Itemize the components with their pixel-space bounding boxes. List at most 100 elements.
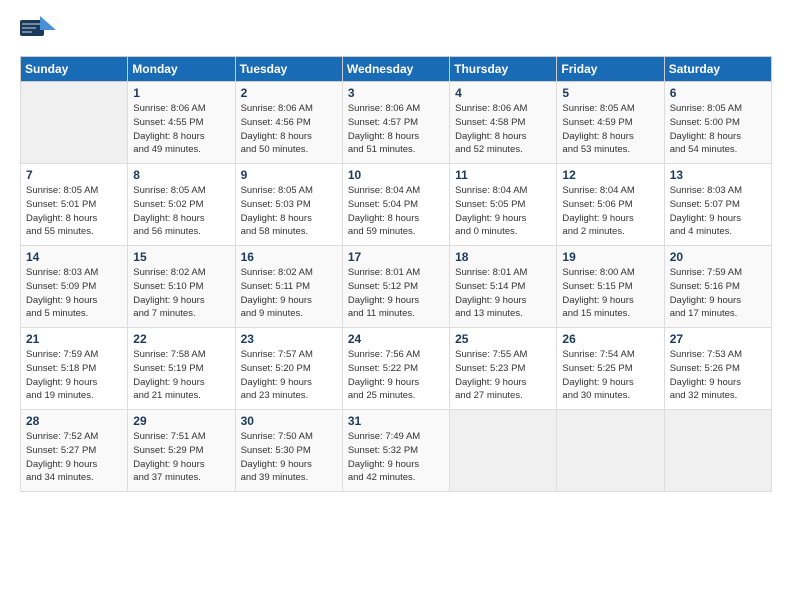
day-info: Sunrise: 8:05 AMSunset: 5:03 PMDaylight:… (241, 184, 337, 239)
day-info: Sunrise: 8:05 AMSunset: 5:02 PMDaylight:… (133, 184, 229, 239)
day-info: Sunrise: 8:05 AMSunset: 5:01 PMDaylight:… (26, 184, 122, 239)
calendar-cell: 7 Sunrise: 8:05 AMSunset: 5:01 PMDaylight… (21, 164, 128, 246)
calendar-cell: 23 Sunrise: 7:57 AMSunset: 5:20 PMDayligh… (235, 328, 342, 410)
day-number: 24 (348, 332, 444, 346)
day-info: Sunrise: 8:05 AMSunset: 5:00 PMDaylight:… (670, 102, 766, 157)
day-number: 23 (241, 332, 337, 346)
calendar-week-5: 28 Sunrise: 7:52 AMSunset: 5:27 PMDayligh… (21, 410, 772, 492)
day-number: 11 (455, 168, 551, 182)
calendar-cell: 30Sunrise: 7:50 AMSunset: 5:30 PMDayligh… (235, 410, 342, 492)
day-info: Sunrise: 7:55 AMSunset: 5:23 PMDaylight:… (455, 348, 551, 403)
day-number: 31 (348, 414, 444, 428)
calendar-cell: 24 Sunrise: 7:56 AMSunset: 5:22 PMDayligh… (342, 328, 449, 410)
day-info: Sunrise: 7:59 AMSunset: 5:18 PMDaylight:… (26, 348, 122, 403)
calendar-cell: 14 Sunrise: 8:03 AMSunset: 5:09 PMDayligh… (21, 246, 128, 328)
day-info: Sunrise: 8:04 AMSunset: 5:05 PMDaylight:… (455, 184, 551, 239)
calendar-cell: 27 Sunrise: 7:53 AMSunset: 5:26 PMDayligh… (664, 328, 771, 410)
calendar-cell: 22Sunrise: 7:58 AMSunset: 5:19 PMDayligh… (128, 328, 235, 410)
day-header-tuesday: Tuesday (235, 57, 342, 82)
day-number: 25 (455, 332, 551, 346)
day-number: 8 (133, 168, 229, 182)
day-number: 10 (348, 168, 444, 182)
calendar-cell: 1 Sunrise: 8:06 AMSunset: 4:55 PMDaylight… (128, 82, 235, 164)
day-info: Sunrise: 7:51 AMSunset: 5:29 PMDaylight:… (133, 430, 229, 485)
day-header-wednesday: Wednesday (342, 57, 449, 82)
day-info: Sunrise: 8:00 AMSunset: 5:15 PMDaylight:… (562, 266, 658, 321)
logo (20, 16, 60, 44)
calendar-cell: 21 Sunrise: 7:59 AMSunset: 5:18 PMDayligh… (21, 328, 128, 410)
day-number: 5 (562, 86, 658, 100)
day-info: Sunrise: 8:03 AMSunset: 5:09 PMDaylight:… (26, 266, 122, 321)
day-number: 20 (670, 250, 766, 264)
day-number: 2 (241, 86, 337, 100)
day-header-saturday: Saturday (664, 57, 771, 82)
calendar-cell: 2 Sunrise: 8:06 AMSunset: 4:56 PMDaylight… (235, 82, 342, 164)
day-info: Sunrise: 8:06 AMSunset: 4:58 PMDaylight:… (455, 102, 551, 157)
day-number: 18 (455, 250, 551, 264)
calendar-table: SundayMondayTuesdayWednesdayThursdayFrid… (20, 56, 772, 492)
day-info: Sunrise: 8:06 AMSunset: 4:57 PMDaylight:… (348, 102, 444, 157)
calendar-cell: 15 Sunrise: 8:02 AMSunset: 5:10 PMDayligh… (128, 246, 235, 328)
calendar-cell: 10 Sunrise: 8:04 AMSunset: 5:04 PMDayligh… (342, 164, 449, 246)
day-info: Sunrise: 7:53 AMSunset: 5:26 PMDaylight:… (670, 348, 766, 403)
calendar-cell (450, 410, 557, 492)
calendar-cell (557, 410, 664, 492)
day-info: Sunrise: 8:02 AMSunset: 5:11 PMDaylight:… (241, 266, 337, 321)
calendar-cell: 5 Sunrise: 8:05 AMSunset: 4:59 PMDaylight… (557, 82, 664, 164)
calendar-header-row: SundayMondayTuesdayWednesdayThursdayFrid… (21, 57, 772, 82)
day-number: 13 (670, 168, 766, 182)
day-number: 19 (562, 250, 658, 264)
calendar-cell: 8 Sunrise: 8:05 AMSunset: 5:02 PMDaylight… (128, 164, 235, 246)
day-info: Sunrise: 8:01 AMSunset: 5:12 PMDaylight:… (348, 266, 444, 321)
logo-icon (20, 16, 56, 44)
day-info: Sunrise: 8:02 AMSunset: 5:10 PMDaylight:… (133, 266, 229, 321)
day-info: Sunrise: 8:06 AMSunset: 4:56 PMDaylight:… (241, 102, 337, 157)
calendar-week-2: 7 Sunrise: 8:05 AMSunset: 5:01 PMDaylight… (21, 164, 772, 246)
day-number: 28 (26, 414, 122, 428)
day-number: 4 (455, 86, 551, 100)
day-header-sunday: Sunday (21, 57, 128, 82)
day-number: 15 (133, 250, 229, 264)
day-header-friday: Friday (557, 57, 664, 82)
day-info: Sunrise: 8:05 AMSunset: 4:59 PMDaylight:… (562, 102, 658, 157)
calendar-cell: 12Sunrise: 8:04 AMSunset: 5:06 PMDayligh… (557, 164, 664, 246)
calendar-cell: 31 Sunrise: 7:49 AMSunset: 5:32 PMDayligh… (342, 410, 449, 492)
day-info: Sunrise: 7:49 AMSunset: 5:32 PMDaylight:… (348, 430, 444, 485)
day-number: 27 (670, 332, 766, 346)
day-info: Sunrise: 8:06 AMSunset: 4:55 PMDaylight:… (133, 102, 229, 157)
day-info: Sunrise: 8:03 AMSunset: 5:07 PMDaylight:… (670, 184, 766, 239)
day-number: 1 (133, 86, 229, 100)
day-info: Sunrise: 7:57 AMSunset: 5:20 PMDaylight:… (241, 348, 337, 403)
day-number: 26 (562, 332, 658, 346)
calendar-cell (664, 410, 771, 492)
day-number: 3 (348, 86, 444, 100)
day-number: 17 (348, 250, 444, 264)
day-number: 30 (241, 414, 337, 428)
calendar-cell: 25 Sunrise: 7:55 AMSunset: 5:23 PMDayligh… (450, 328, 557, 410)
calendar-cell: 17 Sunrise: 8:01 AMSunset: 5:12 PMDayligh… (342, 246, 449, 328)
calendar-cell: 18 Sunrise: 8:01 AMSunset: 5:14 PMDayligh… (450, 246, 557, 328)
calendar-week-3: 14 Sunrise: 8:03 AMSunset: 5:09 PMDayligh… (21, 246, 772, 328)
calendar-cell: 28 Sunrise: 7:52 AMSunset: 5:27 PMDayligh… (21, 410, 128, 492)
calendar-cell: 20 Sunrise: 7:59 AMSunset: 5:16 PMDayligh… (664, 246, 771, 328)
day-info: Sunrise: 8:04 AMSunset: 5:04 PMDaylight:… (348, 184, 444, 239)
day-info: Sunrise: 7:52 AMSunset: 5:27 PMDaylight:… (26, 430, 122, 485)
calendar-cell: 4 Sunrise: 8:06 AMSunset: 4:58 PMDaylight… (450, 82, 557, 164)
calendar-week-4: 21 Sunrise: 7:59 AMSunset: 5:18 PMDayligh… (21, 328, 772, 410)
day-info: Sunrise: 8:01 AMSunset: 5:14 PMDaylight:… (455, 266, 551, 321)
calendar-cell: 6 Sunrise: 8:05 AMSunset: 5:00 PMDaylight… (664, 82, 771, 164)
day-number: 14 (26, 250, 122, 264)
page-header (20, 16, 772, 44)
day-info: Sunrise: 7:56 AMSunset: 5:22 PMDaylight:… (348, 348, 444, 403)
calendar-cell: 16 Sunrise: 8:02 AMSunset: 5:11 PMDayligh… (235, 246, 342, 328)
day-info: Sunrise: 7:59 AMSunset: 5:16 PMDaylight:… (670, 266, 766, 321)
day-number: 16 (241, 250, 337, 264)
day-number: 7 (26, 168, 122, 182)
day-info: Sunrise: 7:58 AMSunset: 5:19 PMDaylight:… (133, 348, 229, 403)
calendar-cell (21, 82, 128, 164)
day-number: 21 (26, 332, 122, 346)
day-number: 6 (670, 86, 766, 100)
day-header-monday: Monday (128, 57, 235, 82)
page-container: SundayMondayTuesdayWednesdayThursdayFrid… (0, 0, 792, 502)
day-header-thursday: Thursday (450, 57, 557, 82)
